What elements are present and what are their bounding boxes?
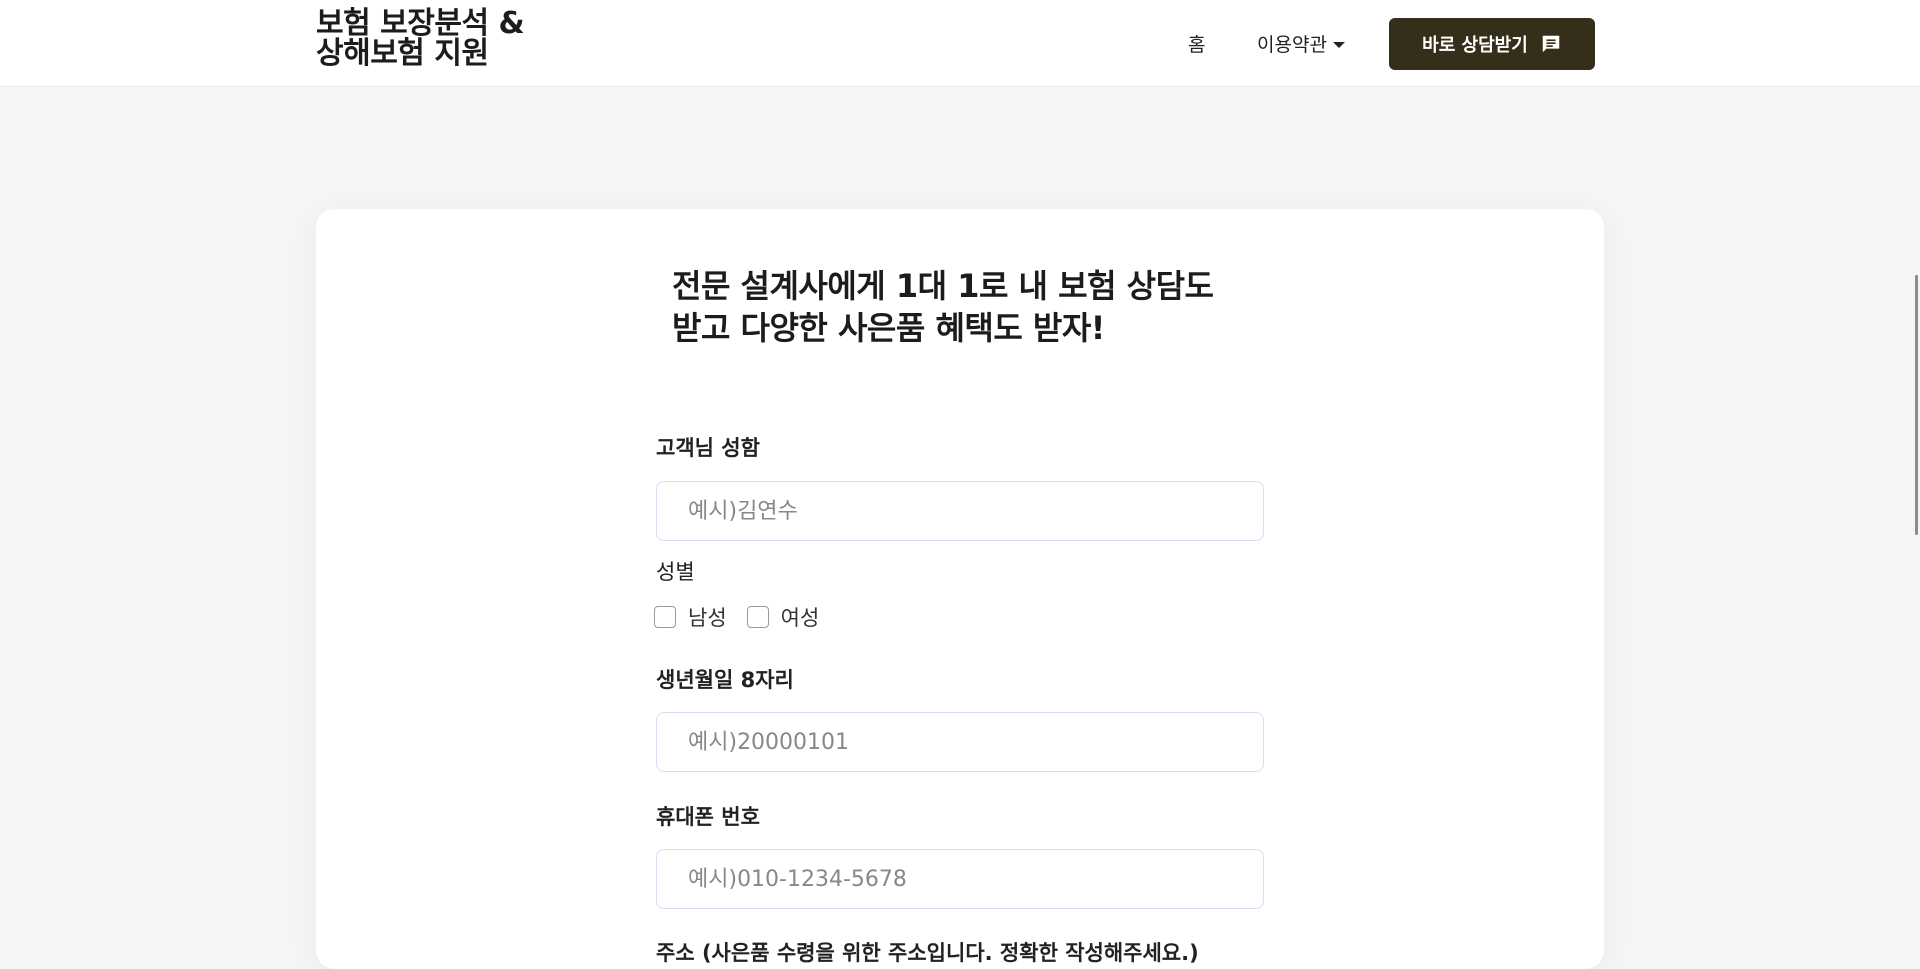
phone-input[interactable]: [656, 849, 1264, 909]
logo-line-2: 상해보험 지원: [316, 36, 489, 71]
chat-icon: [1540, 33, 1562, 55]
gender-options: 남성 여성: [654, 602, 839, 632]
consult-now-button[interactable]: 바로 상담받기: [1389, 18, 1595, 70]
gender-option-male[interactable]: 남성: [654, 602, 727, 632]
headline-line-1: 전문 설계사에게 1대 1로 내 보험 상담도: [672, 267, 1214, 305]
gender-option-female[interactable]: 여성: [746, 602, 820, 632]
site-logo[interactable]: 보험 보장분석 & 상해보험 지원: [316, 6, 525, 71]
scrollbar-thumb[interactable]: [1915, 275, 1918, 535]
name-label: 고객님 성함: [656, 436, 760, 460]
consult-now-label: 바로 상담받기: [1422, 35, 1528, 56]
nav-terms-label: 이용약관: [1257, 34, 1327, 56]
consult-form-card: 전문 설계사에게 1대 1로 내 보험 상담도 받고 다양한 사은품 혜택도 받…: [316, 209, 1604, 969]
male-checkbox[interactable]: [654, 606, 676, 628]
name-input[interactable]: [656, 481, 1264, 541]
gender-label: 성별: [656, 560, 695, 584]
female-label: 여성: [780, 606, 820, 630]
phone-label: 휴대폰 번호: [656, 805, 760, 829]
form-headline: 전문 설계사에게 1대 1로 내 보험 상담도 받고 다양한 사은품 혜택도 받…: [672, 265, 1272, 349]
birthdate-input[interactable]: [656, 712, 1264, 772]
logo-line-1: 보험 보장분석 &: [316, 6, 525, 41]
male-label: 남성: [688, 606, 727, 630]
caret-down-icon: [1332, 42, 1345, 48]
female-checkbox[interactable]: [746, 606, 769, 628]
nav-terms-dropdown[interactable]: 이용약관: [1257, 30, 1345, 57]
birthdate-label: 생년월일 8자리: [656, 668, 794, 692]
top-navigation-bar: 보험 보장분석 & 상해보험 지원 홈 이용약관 바로 상담받기: [0, 0, 1920, 87]
address-label: 주소 (사은품 수령을 위한 주소입니다. 정확한 작성해주세요.): [656, 941, 1199, 965]
headline-line-2: 받고 다양한 사은품 혜택도 받자!: [672, 309, 1105, 347]
nav-home-link[interactable]: 홈: [1188, 30, 1205, 57]
